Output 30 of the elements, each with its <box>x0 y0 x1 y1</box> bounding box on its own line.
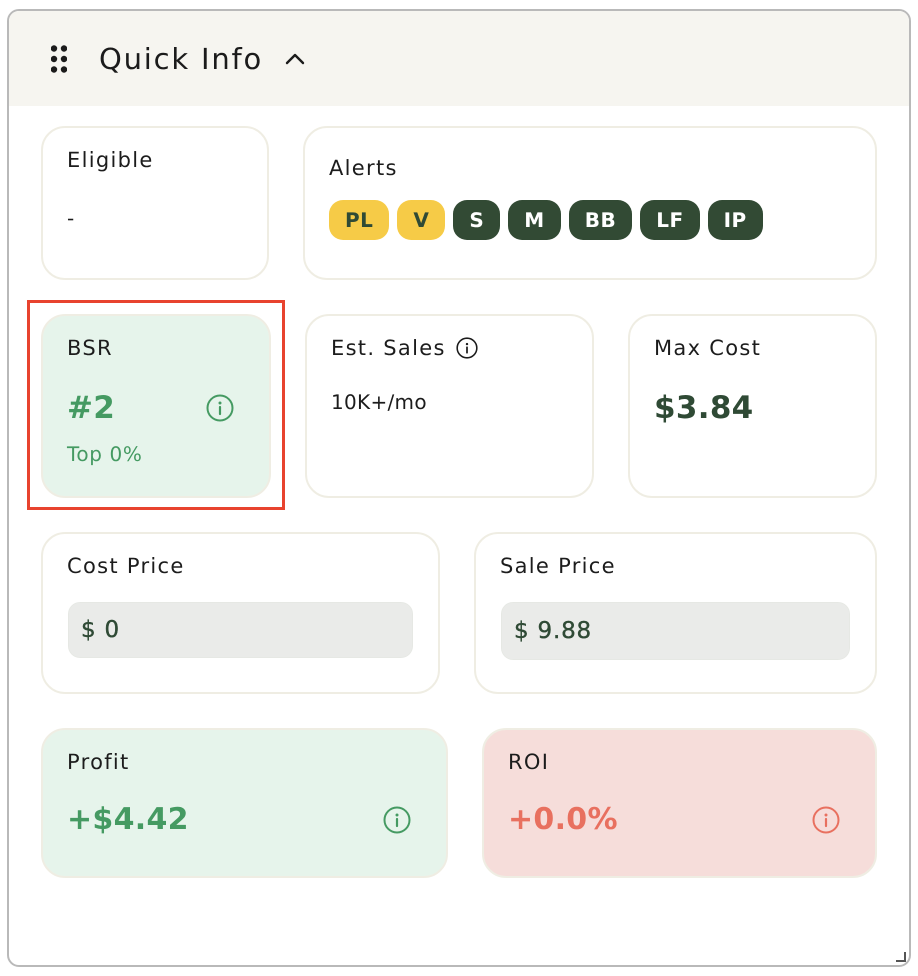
price-input[interactable]: $ 0 <box>68 602 413 658</box>
metric-value: +0.0% <box>508 801 618 839</box>
chevron-up-icon[interactable] <box>285 52 306 64</box>
metric-value: +$4.42 <box>67 801 189 839</box>
alert-badge: M <box>508 200 561 240</box>
card-label: Sale Price <box>500 554 616 578</box>
resize-grip-icon[interactable] <box>896 952 906 962</box>
drag-handle-icon[interactable] <box>51 44 67 72</box>
alert-badge: IP <box>708 200 763 240</box>
card-label: Max Cost <box>654 336 762 360</box>
alert-badge: BB <box>568 200 632 240</box>
card-label: Est. Sales <box>331 336 446 360</box>
price-input[interactable]: $ 9.88 <box>501 602 850 660</box>
info-icon[interactable] <box>456 337 478 359</box>
alert-badge: S <box>453 200 500 240</box>
card-value: - <box>67 206 76 230</box>
alert-badge: LF <box>640 200 700 240</box>
card-label: Cost Price <box>67 554 185 578</box>
panel-title: Quick Info <box>99 42 264 76</box>
card-label: ROI <box>508 750 550 774</box>
card-label: BSR <box>67 336 113 360</box>
amount-value: $3.84 <box>654 389 754 428</box>
card-label: Profit <box>67 750 130 774</box>
alert-badge: PL <box>329 200 390 240</box>
alert-badge: V <box>397 200 446 240</box>
rank-value: #2 <box>67 389 116 428</box>
card-label: Eligible <box>67 148 154 172</box>
card-label: Alerts <box>329 156 398 180</box>
card-value: 10K+/mo <box>331 390 428 414</box>
percentile-text: Top 0% <box>67 442 144 466</box>
